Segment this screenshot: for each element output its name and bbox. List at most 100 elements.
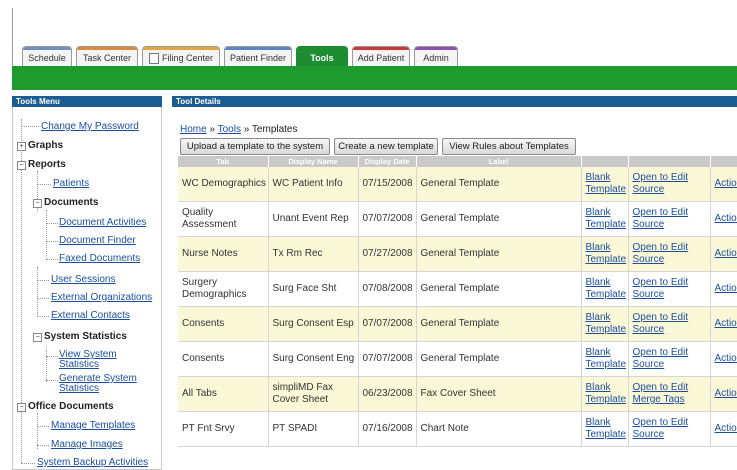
menu-system-backup-activities[interactable]: System Backup Activities xyxy=(37,457,148,468)
blank-template-link[interactable]: Blank Template xyxy=(581,341,629,377)
menu-document-activities[interactable]: Document Activities xyxy=(59,217,146,228)
blank-template-link[interactable]: Blank Template xyxy=(581,411,629,447)
menu-graphs[interactable]: Graphs xyxy=(28,140,63,151)
collapse-minus-icon[interactable]: − xyxy=(17,403,26,412)
blank-template-line1: Blank xyxy=(585,277,611,288)
open-to-edit-link[interactable]: Open to Edit Source xyxy=(628,167,711,202)
expand-plus-icon[interactable]: + xyxy=(17,142,26,151)
cell-tab: WC Demographics xyxy=(178,167,269,202)
blank-template-link[interactable]: Blank Template xyxy=(581,376,629,412)
breadcrumb-tools[interactable]: Tools xyxy=(218,124,241,135)
open-to-edit-link[interactable]: Open to Edit Source xyxy=(628,411,711,447)
blank-template-line1: Blank xyxy=(585,207,611,218)
green-header-bar xyxy=(12,66,737,90)
menu-manage-templates[interactable]: Manage Templates xyxy=(51,420,135,431)
actions-link[interactable]: Actions xyxy=(710,306,737,342)
table-row: All Tabs simpliMD Fax Cover Sheet 06/23/… xyxy=(178,376,737,412)
column-header-blank xyxy=(581,156,629,167)
tree-line xyxy=(46,223,58,224)
tab-admin[interactable]: Admin xyxy=(414,46,458,66)
open-to-edit-link[interactable]: Open to Edit Source xyxy=(628,201,711,237)
cell-display-date: 07/08/2008 xyxy=(358,271,417,307)
create-template-button[interactable]: Create a new template xyxy=(334,138,438,155)
actions-link[interactable]: Actions xyxy=(710,271,737,307)
menu-generate-system-statistics-line2: Statistics xyxy=(59,383,100,394)
menu-change-password[interactable]: Change My Password xyxy=(41,121,139,132)
open-to-edit-line1: Open to Edit xyxy=(632,312,689,323)
actions-link[interactable]: Actions xyxy=(710,236,737,272)
tab-task-center[interactable]: Task Center xyxy=(76,46,138,66)
tools-menu: Change My Password + Graphs − Reports Pa… xyxy=(12,107,162,470)
menu-reports[interactable]: Reports xyxy=(28,159,66,170)
blank-template-line2: Template xyxy=(585,219,627,230)
cell-display-date: 07/07/2008 xyxy=(358,201,417,237)
column-header-actions xyxy=(710,156,737,167)
collapse-minus-icon[interactable]: − xyxy=(33,333,42,342)
tab-tools[interactable]: Tools xyxy=(296,46,348,66)
actions-link[interactable]: Actions xyxy=(710,411,737,447)
tree-line xyxy=(21,126,39,127)
collapse-minus-icon[interactable]: − xyxy=(33,199,42,208)
blank-template-line1: Blank xyxy=(585,347,611,358)
menu-external-contacts[interactable]: External Contacts xyxy=(51,310,130,321)
menu-system-statistics[interactable]: System Statistics xyxy=(44,331,127,342)
open-to-edit-line1: Open to Edit xyxy=(632,172,689,183)
column-header-display-date[interactable]: Display Date xyxy=(358,156,417,167)
blank-template-line2: Template xyxy=(585,359,627,370)
cell-tab: Quality Assessment xyxy=(178,201,269,237)
tab-label: Admin xyxy=(423,53,449,63)
blank-template-line1: Blank xyxy=(585,312,611,323)
open-to-edit-link[interactable]: Open to Edit Source xyxy=(628,341,711,377)
menu-manage-images[interactable]: Manage Images xyxy=(51,439,123,450)
open-to-edit-link[interactable]: Open to Edit Source xyxy=(628,236,711,272)
upload-template-button[interactable]: Upload a template to the system xyxy=(180,138,330,155)
menu-patients[interactable]: Patients xyxy=(53,178,89,189)
blank-template-link[interactable]: Blank Template xyxy=(581,236,629,272)
tool-details-header: Tool Details xyxy=(172,96,737,107)
menu-faxed-documents[interactable]: Faxed Documents xyxy=(59,253,140,264)
tab-label: Schedule xyxy=(28,53,66,63)
tree-line xyxy=(37,298,49,299)
table-row: PT Fnt Srvy PT SPADI 07/16/2008 Chart No… xyxy=(178,411,737,447)
menu-office-documents[interactable]: Office Documents xyxy=(28,401,114,412)
templates-table: Tab Display Name Display Date Label WC D… xyxy=(178,156,737,447)
tab-label: Add Patient xyxy=(357,53,405,63)
menu-view-system-statistics[interactable]: View System Statistics xyxy=(59,350,117,370)
tab-add-patient[interactable]: Add Patient xyxy=(352,46,410,66)
blank-template-line2: Template xyxy=(585,289,627,300)
column-header-display-name[interactable]: Display Name xyxy=(268,156,359,167)
actions-link[interactable]: Actions xyxy=(710,167,737,202)
cell-display-date: 07/27/2008 xyxy=(358,236,417,272)
menu-user-sessions[interactable]: User Sessions xyxy=(51,274,115,285)
collapse-minus-icon[interactable]: − xyxy=(17,161,26,170)
cell-tab: Consents xyxy=(178,341,269,377)
blank-template-link[interactable]: Blank Template xyxy=(581,306,629,342)
actions-link[interactable]: Actions xyxy=(710,341,737,377)
blank-template-line2: Template xyxy=(585,254,627,265)
tab-filing-center[interactable]: Filing Center xyxy=(142,46,220,66)
blank-template-line1: Blank xyxy=(585,242,611,253)
tab-schedule[interactable]: Schedule xyxy=(22,46,72,66)
tab-patient-finder[interactable]: Patient Finder xyxy=(224,46,292,66)
actions-link[interactable]: Actions xyxy=(710,201,737,237)
open-to-edit-link[interactable]: Open to Edit Merge Tags xyxy=(628,376,711,412)
column-header-tab[interactable]: Tab xyxy=(178,156,269,167)
open-to-edit-link[interactable]: Open to Edit Source xyxy=(628,271,711,307)
cell-display-name: Surg Consent Eng xyxy=(268,341,359,377)
blank-template-link[interactable]: Blank Template xyxy=(581,201,629,237)
cell-display-date: 07/07/2008 xyxy=(358,341,417,377)
view-rules-button[interactable]: View Rules about Templates xyxy=(442,138,576,155)
open-to-edit-link[interactable]: Open to Edit Source xyxy=(628,306,711,342)
breadcrumb-home[interactable]: Home xyxy=(180,124,207,135)
menu-document-finder[interactable]: Document Finder xyxy=(59,235,136,246)
blank-template-link[interactable]: Blank Template xyxy=(581,271,629,307)
menu-external-organizations[interactable]: External Organizations xyxy=(51,292,152,303)
menu-documents[interactable]: Documents xyxy=(44,197,98,208)
menu-generate-system-statistics[interactable]: Generate System Statistics xyxy=(59,374,137,394)
blank-template-link[interactable]: Blank Template xyxy=(581,167,629,202)
open-to-edit-line2: Source xyxy=(632,254,665,265)
table-header-row: Tab Display Name Display Date Label xyxy=(178,156,737,167)
column-header-label[interactable]: Label xyxy=(416,156,582,167)
actions-link[interactable]: Actions xyxy=(710,376,737,412)
open-to-edit-line1: Open to Edit xyxy=(632,207,689,218)
